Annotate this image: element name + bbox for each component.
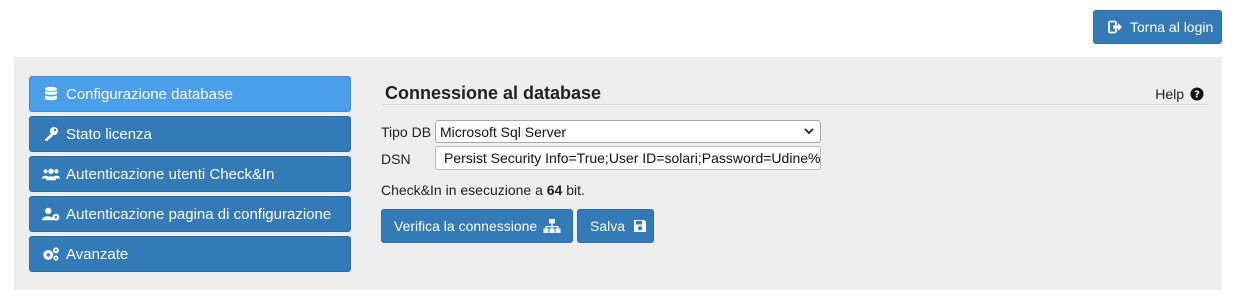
runtime-suffix: bit. (562, 182, 585, 198)
sidebar-item-user-auth[interactable]: Autenticazione utenti Check&In (29, 156, 351, 192)
runtime-bits: 64 (546, 182, 563, 198)
db-type-label: Tipo DB (381, 124, 432, 140)
users-icon (42, 165, 60, 183)
verify-connection-button[interactable]: Verifica la connessione (381, 209, 573, 243)
title-divider (383, 104, 1208, 105)
database-icon (42, 85, 60, 103)
config-panel: Configurazione database Stato licenza Au… (14, 57, 1222, 290)
dsn-label: DSN (381, 151, 411, 167)
help-label: Help (1155, 86, 1184, 102)
chevron-down-icon (802, 124, 816, 141)
section-title: Connessione al database (385, 83, 602, 103)
sidebar-item-label: Avanzate (66, 245, 129, 263)
sidebar-item-label: Autenticazione utenti Check&In (66, 165, 275, 183)
save-button[interactable]: Salva (577, 209, 654, 243)
question-circle-icon: ? (1188, 85, 1206, 103)
floppy-disk-icon (631, 217, 649, 235)
runtime-info: Check&In in esecuzione a 64 bit. (381, 182, 585, 198)
sidebar-item-label: Configurazione database (66, 85, 233, 103)
db-type-select[interactable]: Microsoft Sql Server (435, 120, 821, 143)
sidebar-item-label: Stato licenza (66, 125, 152, 143)
back-to-login-button[interactable]: Torna al login (1093, 10, 1222, 44)
sign-out-icon (1106, 18, 1124, 36)
save-label: Salva (590, 218, 626, 234)
sidebar-item-advanced[interactable]: Avanzate (29, 236, 351, 272)
network-icon (543, 217, 561, 235)
verify-connection-label: Verifica la connessione (394, 218, 538, 234)
runtime-prefix: Check&In in esecuzione a (381, 182, 547, 198)
sidebar-item-config-auth[interactable]: Autenticazione pagina di configurazione (29, 196, 351, 232)
sidebar-item-database[interactable]: Configurazione database (29, 76, 351, 112)
sidebar-item-label: Autenticazione pagina di configurazione (66, 205, 332, 223)
user-cog-icon (42, 205, 60, 223)
cogs-icon (42, 245, 60, 263)
dsn-input[interactable]: Persist Security Info=True;User ID=solar… (435, 146, 821, 170)
svg-text:?: ? (1194, 90, 1200, 101)
back-to-login-label: Torna al login (1130, 19, 1214, 35)
key-icon (42, 125, 60, 143)
sidebar-item-license[interactable]: Stato licenza (29, 116, 351, 152)
help-link[interactable]: Help ? (1155, 85, 1206, 103)
db-type-value: Microsoft Sql Server (440, 123, 567, 140)
